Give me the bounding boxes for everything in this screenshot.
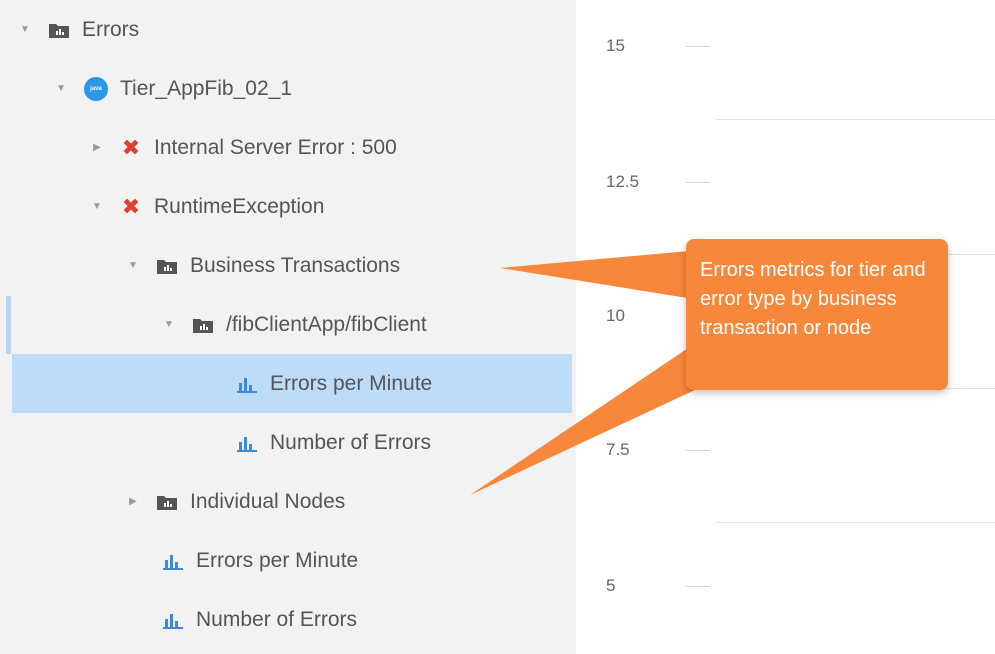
tree-item-label: Business Transactions [190, 253, 401, 277]
annotation-callout: Errors metrics for tier and error type b… [686, 239, 948, 390]
collapse-arrow-icon[interactable]: ▶ [126, 496, 140, 507]
collapse-arrow-icon[interactable]: ▶ [90, 142, 104, 153]
folder-icon [48, 21, 70, 39]
folder-icon [192, 316, 214, 334]
expand-arrow-icon[interactable]: ▼ [90, 201, 104, 212]
tree-item-tier[interactable]: ▼ java Tier_AppFib_02_1 [12, 59, 572, 118]
expand-arrow-icon[interactable]: ▼ [162, 319, 176, 330]
tree-item-label: Errors [82, 17, 140, 41]
tree-item-label: Tier_AppFib_02_1 [120, 76, 292, 100]
y-tick-label: 10 [606, 306, 625, 325]
error-icon: ✖ [121, 134, 141, 160]
folder-icon [156, 493, 178, 511]
focus-marker [6, 296, 11, 354]
metric-chart-icon [162, 609, 184, 631]
tree-item-errors-per-minute[interactable]: Errors per Minute [12, 531, 572, 590]
y-tick-label: 15 [606, 36, 625, 55]
y-tick-mark [686, 586, 710, 587]
tree-item-individual-nodes[interactable]: ▶ Individual Nodes [12, 472, 572, 531]
metric-chart-icon [236, 432, 258, 454]
metric-chart-icon [162, 550, 184, 572]
tree-item-label: Internal Server Error : 500 [154, 135, 397, 159]
tree-item-number-of-errors[interactable]: Number of Errors [12, 413, 572, 472]
tree-item-label: Errors per Minute [196, 548, 359, 572]
tree-item-fibclient[interactable]: ▼ /fibClientApp/fibClient [12, 295, 572, 354]
tree-item-label: Errors per Minute [270, 371, 433, 395]
metric-chart-icon [236, 373, 258, 395]
y-tick-mark [686, 182, 710, 183]
y-tick-label: 5 [606, 576, 616, 595]
tree-item-internal-server-error[interactable]: ▶ ✖ Internal Server Error : 500 [12, 118, 572, 177]
callout-text: Errors metrics for tier and error type b… [700, 259, 926, 339]
expand-arrow-icon[interactable]: ▼ [54, 83, 68, 94]
expand-arrow-icon[interactable]: ▼ [126, 260, 140, 271]
y-tick-mark [686, 450, 710, 451]
tree-item-business-transactions[interactable]: ▼ Business Transactions [12, 236, 572, 295]
tree-item-label: Number of Errors [270, 430, 432, 454]
tree-item-errors-per-minute-selected[interactable]: Errors per Minute [12, 354, 572, 413]
tree-item-runtime-exception[interactable]: ▼ ✖ RuntimeException [12, 177, 572, 236]
y-tick-label: 7.5 [606, 440, 630, 459]
tree-item-label: RuntimeException [154, 194, 325, 218]
java-node-icon: java [84, 76, 108, 101]
tree-item-label: Individual Nodes [190, 489, 346, 513]
y-tick-label: 12.5 [606, 172, 640, 191]
tree-item-number-of-errors[interactable]: Number of Errors [12, 590, 572, 649]
grid-line [716, 119, 995, 120]
tree-item-errors[interactable]: ▼ Errors [12, 0, 572, 59]
metric-tree-panel: ▼ Errors ▼ java Tier_AppFib_02_1 ▶ ✖ Int… [0, 0, 576, 654]
y-tick-mark [686, 46, 710, 47]
expand-arrow-icon[interactable]: ▼ [18, 24, 32, 35]
grid-line [716, 522, 995, 523]
error-icon: ✖ [121, 193, 141, 219]
tree-item-label: Number of Errors [196, 607, 358, 631]
folder-icon [156, 257, 178, 275]
tree-item-label: /fibClientApp/fibClient [226, 312, 427, 336]
